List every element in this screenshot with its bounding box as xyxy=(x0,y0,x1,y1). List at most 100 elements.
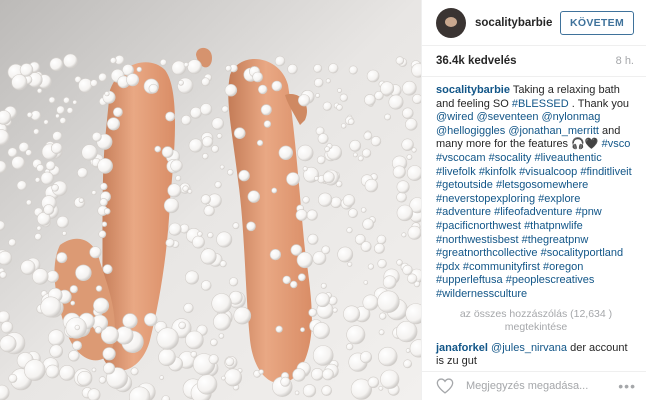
bubble xyxy=(339,93,348,102)
username-link[interactable]: socalitybarbie xyxy=(475,17,560,29)
follow-button[interactable]: KÖVETEM xyxy=(559,10,634,35)
bubble xyxy=(380,81,395,96)
bubble xyxy=(8,238,17,247)
bubble xyxy=(196,374,218,395)
bubble xyxy=(370,136,382,147)
tag-link[interactable]: @nylonmag xyxy=(542,111,601,123)
bubble xyxy=(407,225,421,240)
bubble xyxy=(189,106,202,119)
tag-link[interactable]: #pacificnorthwest xyxy=(436,220,521,232)
bubble xyxy=(23,359,46,381)
bubble xyxy=(297,144,314,162)
tag-link[interactable]: #upperleftusa xyxy=(436,274,503,286)
post-time[interactable]: 8 h. xyxy=(616,55,634,67)
tag-link[interactable]: @wired xyxy=(436,111,473,123)
bubble xyxy=(306,209,318,221)
comment-input[interactable] xyxy=(464,379,619,393)
bubble xyxy=(200,194,211,205)
tag-link[interactable]: #explore xyxy=(538,193,580,205)
bubble xyxy=(341,123,347,129)
bubble xyxy=(263,120,272,128)
tag-link[interactable]: #liveauthentic xyxy=(534,152,601,164)
bubble xyxy=(308,308,318,317)
tag-link[interactable]: #letsgosomewhere xyxy=(496,179,588,191)
bubble xyxy=(40,171,54,185)
bubble xyxy=(107,117,121,131)
heart-icon[interactable] xyxy=(436,378,454,394)
bubble xyxy=(290,244,302,256)
bubble xyxy=(0,271,7,279)
tag-link[interactable]: #neverstopexploring xyxy=(436,193,535,205)
bubble xyxy=(313,64,323,73)
tag-link[interactable]: #vsco xyxy=(602,138,631,150)
tag-link[interactable]: #finditliveit xyxy=(580,166,631,178)
bubble xyxy=(219,164,225,170)
tag-link[interactable]: #pnw xyxy=(575,206,601,218)
tag-link[interactable]: #livefolk xyxy=(436,166,476,178)
bubble xyxy=(287,63,298,75)
bubble xyxy=(16,180,27,191)
tag-link[interactable]: #communityfirst xyxy=(463,261,540,273)
bubble xyxy=(292,368,306,382)
bubble xyxy=(98,230,107,239)
bubble xyxy=(87,388,101,400)
tag-link[interactable]: #greatnorthcollective xyxy=(436,247,538,259)
ellipsis-icon[interactable]: ••• xyxy=(618,378,636,394)
tag-link[interactable]: #adventure xyxy=(436,206,491,218)
bubble xyxy=(317,133,329,144)
bubble xyxy=(269,249,282,261)
avatar[interactable] xyxy=(436,7,466,38)
tag-link[interactable]: @hellogiggles xyxy=(436,125,505,137)
comment-item: janaforkel @jules_nirvana der account is… xyxy=(436,342,636,369)
likes-count[interactable]: 36.4k kedvelés xyxy=(436,55,517,67)
bubble xyxy=(229,277,239,287)
tag-link[interactable]: #socalityportland xyxy=(541,247,624,259)
tag-link[interactable]: #thegreatpnw xyxy=(522,234,589,246)
tag-link[interactable]: #socality xyxy=(489,152,532,164)
bubble xyxy=(396,320,418,343)
bubble xyxy=(302,196,310,204)
tag-link[interactable]: #thatpnwlife xyxy=(524,220,583,232)
bubble xyxy=(286,172,300,186)
tag-link[interactable]: #oregon xyxy=(543,261,583,273)
tag-link[interactable]: #lifeofadventure xyxy=(494,206,572,218)
tag-link[interactable]: #peoplescreatives xyxy=(506,274,595,286)
view-all-comments-link[interactable]: az összes hozzászólás (12,634 ) megtekin… xyxy=(436,308,636,334)
caption-username[interactable]: socalitybarbie xyxy=(436,84,510,96)
bubble xyxy=(102,264,113,275)
bubble xyxy=(359,351,372,364)
bubble xyxy=(337,246,354,263)
bubble xyxy=(412,93,421,105)
bubble xyxy=(346,343,354,351)
tag-link[interactable]: #pdx xyxy=(436,261,460,273)
post-photo[interactable] xyxy=(0,0,422,400)
bubble xyxy=(322,101,332,111)
bubble xyxy=(378,346,398,367)
bubble xyxy=(45,364,60,379)
tag-link[interactable]: @jonathan_merritt xyxy=(508,125,599,137)
bubble xyxy=(158,348,176,367)
bubble xyxy=(183,302,194,314)
bubble xyxy=(362,148,372,158)
tag-link[interactable]: @jules_nirvana xyxy=(491,342,567,354)
tag-link[interactable]: #BLESSED xyxy=(512,98,569,110)
tag-link[interactable]: #kinfolk xyxy=(479,166,516,178)
bubble xyxy=(224,368,243,387)
bubble xyxy=(376,234,387,245)
tag-link[interactable]: #getoutside xyxy=(436,179,493,191)
tag-link[interactable]: #vscocam xyxy=(436,152,486,164)
tag-link[interactable]: #wildernessculture xyxy=(436,288,527,300)
bubble xyxy=(324,146,331,152)
bubble xyxy=(348,65,358,75)
bubble xyxy=(227,169,234,176)
tag-link[interactable]: #visualcoop xyxy=(519,166,577,178)
bubble xyxy=(258,84,268,95)
bubble xyxy=(349,139,362,152)
bubble xyxy=(360,207,367,213)
bubble xyxy=(216,133,223,139)
bubble xyxy=(295,209,308,221)
comment-username[interactable]: janaforkel xyxy=(436,342,488,354)
tag-link[interactable]: @seventeen xyxy=(477,111,539,123)
bubble xyxy=(55,113,60,119)
tag-link[interactable]: #northwestisbest xyxy=(436,234,519,246)
